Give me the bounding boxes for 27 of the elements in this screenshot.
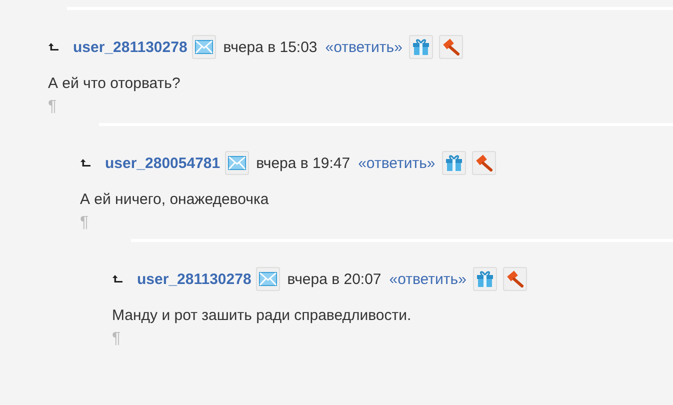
- parent-arrow-icon[interactable]: [112, 274, 123, 284]
- pilcrow-mark: ¶: [112, 330, 122, 348]
- pilcrow-mark: ¶: [80, 214, 90, 232]
- username-link[interactable]: user_281130278: [73, 38, 188, 56]
- pilcrow-mark: ¶: [48, 98, 58, 116]
- gift-button[interactable]: [442, 151, 466, 175]
- comment-time: вчера в 20:07: [287, 270, 382, 288]
- message-button[interactable]: [256, 267, 280, 291]
- reply-link[interactable]: «ответить»: [358, 154, 436, 172]
- comment-text: Манду и рот зашить ради справедливости.: [112, 307, 412, 324]
- gavel-button[interactable]: [472, 151, 496, 175]
- reply-link[interactable]: «ответить»: [325, 38, 402, 56]
- message-button[interactable]: [225, 151, 250, 175]
- gavel-button[interactable]: [439, 35, 464, 59]
- parent-arrow-icon[interactable]: [80, 158, 91, 168]
- parent-arrow-icon[interactable]: [48, 42, 59, 52]
- username-link[interactable]: user_281130278: [137, 270, 252, 288]
- comment-time: вчера в 19:47: [256, 154, 350, 172]
- message-button[interactable]: [192, 35, 216, 59]
- comment-text: А ей что оторвать?: [48, 75, 182, 92]
- username-link[interactable]: user_280054781: [105, 154, 220, 172]
- comment-text: А ей ничего, онажедевочка: [80, 191, 270, 208]
- gavel-button[interactable]: [503, 267, 528, 291]
- comment-time: вчера в 15:03: [223, 38, 318, 56]
- gift-button[interactable]: [409, 35, 434, 59]
- gift-button[interactable]: [473, 267, 498, 291]
- reply-link[interactable]: «ответить»: [389, 270, 466, 288]
